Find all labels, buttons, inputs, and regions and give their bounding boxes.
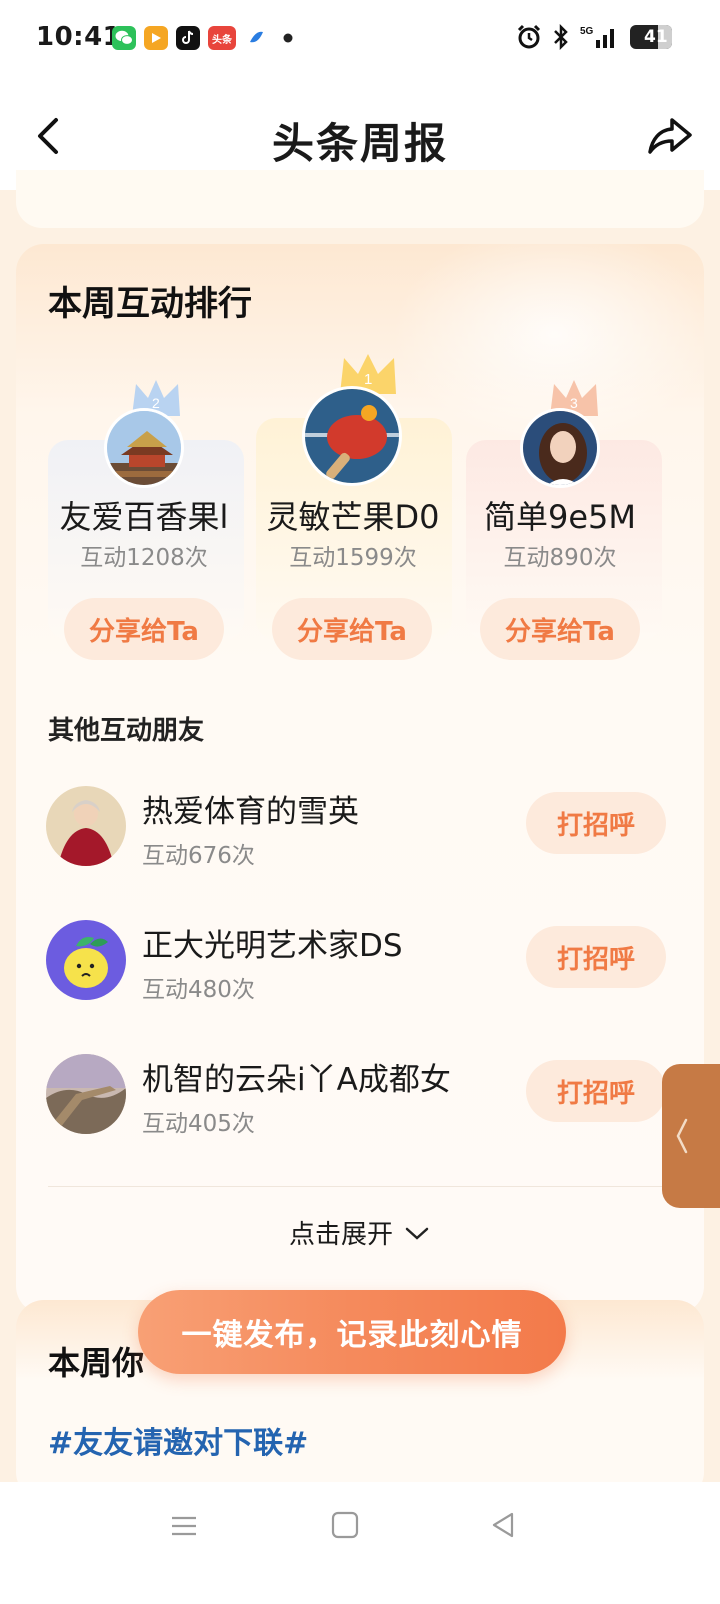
list-item: 热爱体育的雪英 互动676次 打招呼 [46,786,666,876]
top-friend-count: 互动1208次 [80,545,208,571]
avatar[interactable] [46,1054,126,1134]
say-hello-button[interactable]: 打招呼 [526,792,666,854]
one-click-publish-button[interactable]: 一键发布，记录此刻心情 [138,1290,566,1374]
other-friends-title: 其他互动朋友 [48,716,205,746]
avatar[interactable] [520,408,600,488]
chevron-down-icon [405,1227,429,1240]
say-hello-button[interactable]: 打招呼 [526,1060,666,1122]
friend-name: 机智的云朵i丫A成都女 [142,1062,451,1098]
battery-icon: 41 [630,25,672,49]
hashtag-link[interactable]: #友友请邀对下联# [48,1418,308,1462]
tiktok-icon [176,26,200,50]
video-app-icon [144,26,168,50]
status-bar: 10:41 头条 5G 41 [0,0,720,80]
svg-text:5G: 5G [580,26,594,37]
chevron-left-icon [676,1118,688,1154]
ranking-title: 本周互动排行 [48,284,252,324]
share-to-friend-button[interactable]: 分享给Ta [480,598,640,660]
top-friend-count: 互动890次 [503,545,617,571]
home-icon[interactable] [330,1510,360,1540]
notification-icons: 头条 [112,26,300,50]
back-nav-icon[interactable] [488,1510,518,1540]
say-hello-button[interactable]: 打招呼 [526,926,666,988]
top-friend-count: 互动1599次 [289,545,417,571]
weekly-topic-title: 本周你 [48,1344,145,1382]
page-title: 头条周报 [271,119,448,168]
avatar[interactable] [104,408,184,488]
previous-card-bottom [16,170,704,228]
svg-text:1: 1 [364,371,372,388]
top-friend-name: 简单9e5M [483,498,637,536]
bluetooth-icon [554,24,568,50]
lemon-avatar-icon [46,920,126,1000]
expand-button[interactable]: 点击展开 [0,1214,720,1251]
top-friend-name: 友爱百香果l [59,498,229,536]
toutiao-icon: 头条 [208,26,236,50]
menu-icon[interactable] [168,1510,200,1542]
divider [48,1186,672,1187]
svg-text:3: 3 [570,395,578,411]
share-button[interactable] [644,110,696,162]
great-wall-photo-icon [46,1054,126,1134]
dot-icon [276,26,300,50]
top-friend-name: 灵敏芒果D0 [266,498,440,536]
signal-icon: 5G [580,26,614,48]
list-item: 正大光明艺术家DS 互动480次 打招呼 [46,920,666,1010]
share-to-friend-button[interactable]: 分享给Ta [64,598,224,660]
list-item: 机智的云朵i丫A成都女 互动405次 打招呼 [46,1054,666,1144]
system-nav-bar [0,1482,720,1604]
friend-count: 互动405次 [142,1111,255,1137]
avatar[interactable] [46,920,126,1000]
browser-icon [244,26,268,50]
friend-count: 互动676次 [142,843,255,869]
friend-name: 正大光明艺术家DS [142,928,403,964]
avatar[interactable] [302,386,402,486]
system-icons: 5G 41 [516,24,672,50]
share-to-friend-button[interactable]: 分享给Ta [272,598,432,660]
side-drawer-handle[interactable] [662,1064,720,1208]
alarm-icon [517,24,541,49]
avatar[interactable] [46,786,126,866]
expand-label: 点击展开 [288,1220,393,1250]
elder-woman-photo-icon [46,786,126,866]
friend-count: 互动480次 [142,977,255,1003]
status-time: 10:41 [36,22,122,52]
wechat-icon [112,26,136,50]
friend-name: 热爱体育的雪英 [142,794,359,830]
